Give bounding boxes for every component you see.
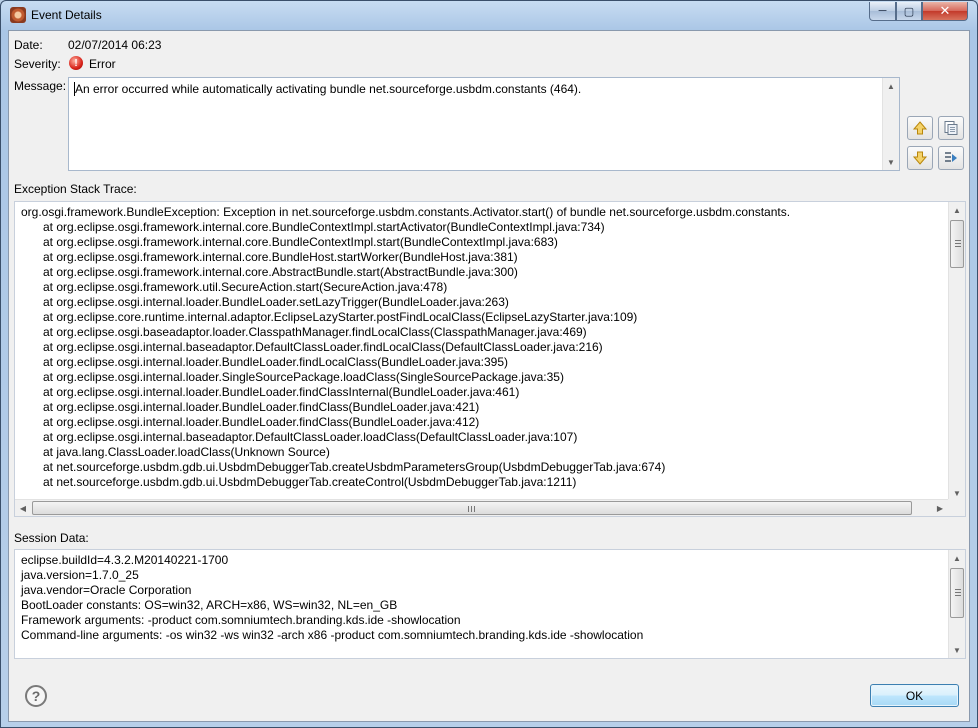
stack-trace-line: at org.eclipse.osgi.framework.internal.c…: [43, 235, 558, 249]
severity-label: Severity:: [14, 57, 61, 71]
arrow-down-icon: [912, 151, 928, 165]
scroll-up-icon[interactable]: ▲: [883, 78, 899, 94]
stack-trace-line: at org.eclipse.osgi.internal.loader.Sing…: [43, 370, 564, 384]
exception-stack-trace-label: Exception Stack Trace:: [14, 182, 137, 196]
arrow-up-icon: [912, 121, 928, 135]
scroll-corner: [948, 499, 965, 516]
copy-button[interactable]: [938, 116, 964, 140]
scroll-down-icon[interactable]: ▼: [949, 642, 965, 658]
session-data-line: java.vendor=Oracle Corporation: [21, 583, 192, 597]
message-text: An error occurred while automatically ac…: [75, 82, 582, 96]
scroll-thumb[interactable]: [950, 568, 964, 618]
session-data-scrollbar[interactable]: ▲ ▼: [948, 550, 965, 658]
event-details-window: Event Details ─ ▢ ✕ Date: 02/07/2014 06:…: [0, 0, 978, 728]
stack-trace-line: at net.sourceforge.usbdm.gdb.ui.UsbdmDeb…: [43, 475, 577, 489]
close-button[interactable]: ✕: [922, 2, 968, 21]
horizontal-scroll-thumb[interactable]: [32, 501, 912, 515]
title-bar[interactable]: Event Details ─ ▢ ✕: [1, 1, 977, 29]
stack-trace-line: at java.lang.ClassLoader.loadClass(Unkno…: [43, 445, 330, 459]
stack-trace-line: at org.eclipse.osgi.framework.util.Secur…: [43, 280, 448, 294]
scroll-left-icon[interactable]: ◀: [15, 500, 31, 516]
date-value: 02/07/2014 06:23: [68, 38, 162, 52]
error-icon: !: [69, 56, 83, 70]
stack-trace-lines: org.osgi.framework.BundleException: Exce…: [21, 205, 945, 490]
session-data-line: java.version=1.7.0_25: [21, 568, 139, 582]
message-label: Message:: [14, 79, 67, 93]
stack-trace-line: at org.eclipse.osgi.internal.loader.Bund…: [43, 415, 480, 429]
stack-trace-line: at org.eclipse.osgi.framework.internal.c…: [43, 265, 518, 279]
scroll-down-icon[interactable]: ▼: [883, 154, 899, 170]
stack-trace-line: at net.sourceforge.usbdm.gdb.ui.UsbdmDeb…: [43, 460, 666, 474]
maximize-icon: ▢: [903, 5, 915, 18]
session-data-line: Framework arguments: -product com.somniu…: [21, 613, 461, 627]
dialog-body: Date: 02/07/2014 06:23 Severity: ! Error…: [8, 30, 970, 722]
filter-icon: [945, 152, 957, 162]
stack-trace-line: at org.eclipse.osgi.internal.loader.Bund…: [43, 385, 520, 399]
previous-event-button[interactable]: [907, 116, 933, 140]
stack-trace-line: at org.eclipse.osgi.framework.internal.c…: [43, 220, 605, 234]
stack-trace-line: at org.eclipse.core.runtime.internal.ada…: [43, 310, 638, 324]
scroll-up-icon[interactable]: ▲: [949, 550, 965, 566]
stack-trace-line: at org.eclipse.osgi.internal.baseadaptor…: [43, 430, 578, 444]
copy-icon: [944, 121, 958, 135]
message-textbox[interactable]: An error occurred while automatically ac…: [68, 77, 900, 171]
stack-trace-line: at org.eclipse.osgi.internal.loader.Bund…: [43, 295, 509, 309]
stack-trace-vertical-scrollbar[interactable]: ▲ ▼: [948, 202, 965, 501]
scroll-up-icon[interactable]: ▲: [949, 202, 965, 218]
scroll-thumb[interactable]: [950, 220, 964, 268]
stack-trace-line: at org.eclipse.osgi.internal.baseadaptor…: [43, 340, 603, 354]
severity-value: Error: [89, 57, 116, 71]
session-data-lines: eclipse.buildId=4.3.2.M20140221-1700 java…: [21, 553, 643, 643]
stack-trace-line: at org.eclipse.osgi.framework.internal.c…: [43, 250, 518, 264]
stack-trace-line: at org.eclipse.osgi.internal.loader.Bund…: [43, 400, 480, 414]
session-data-textbox[interactable]: eclipse.buildId=4.3.2.M20140221-1700 java…: [14, 549, 966, 659]
stack-trace-line: org.osgi.framework.BundleException: Exce…: [21, 205, 791, 219]
eclipse-app-icon: [10, 7, 26, 23]
minimize-icon: ─: [878, 5, 887, 17]
ok-button[interactable]: OK: [870, 684, 959, 707]
help-icon[interactable]: ?: [25, 685, 47, 707]
exception-stack-trace-textbox[interactable]: org.osgi.framework.BundleException: Exce…: [14, 201, 966, 517]
maximize-button[interactable]: ▢: [896, 2, 922, 21]
window-title: Event Details: [31, 8, 102, 22]
next-event-button[interactable]: [907, 146, 933, 170]
close-icon: ✕: [939, 3, 951, 18]
session-data-line: BootLoader constants: OS=win32, ARCH=x86…: [21, 598, 398, 612]
stack-trace-line: at org.eclipse.osgi.internal.loader.Bund…: [43, 355, 508, 369]
filter-button[interactable]: [938, 146, 964, 170]
session-data-line: Command-line arguments: -os win32 -ws wi…: [21, 628, 644, 642]
stack-trace-line: at org.eclipse.osgi.baseadaptor.loader.C…: [43, 325, 587, 339]
scroll-right-icon[interactable]: ▶: [932, 500, 948, 516]
date-label: Date:: [14, 38, 43, 52]
session-data-line: eclipse.buildId=4.3.2.M20140221-1700: [21, 553, 229, 567]
message-scrollbar[interactable]: ▲ ▼: [882, 78, 899, 170]
session-data-label: Session Data:: [14, 531, 89, 545]
minimize-button[interactable]: ─: [869, 2, 896, 21]
stack-trace-horizontal-scrollbar[interactable]: ◀ ▶: [15, 499, 965, 516]
